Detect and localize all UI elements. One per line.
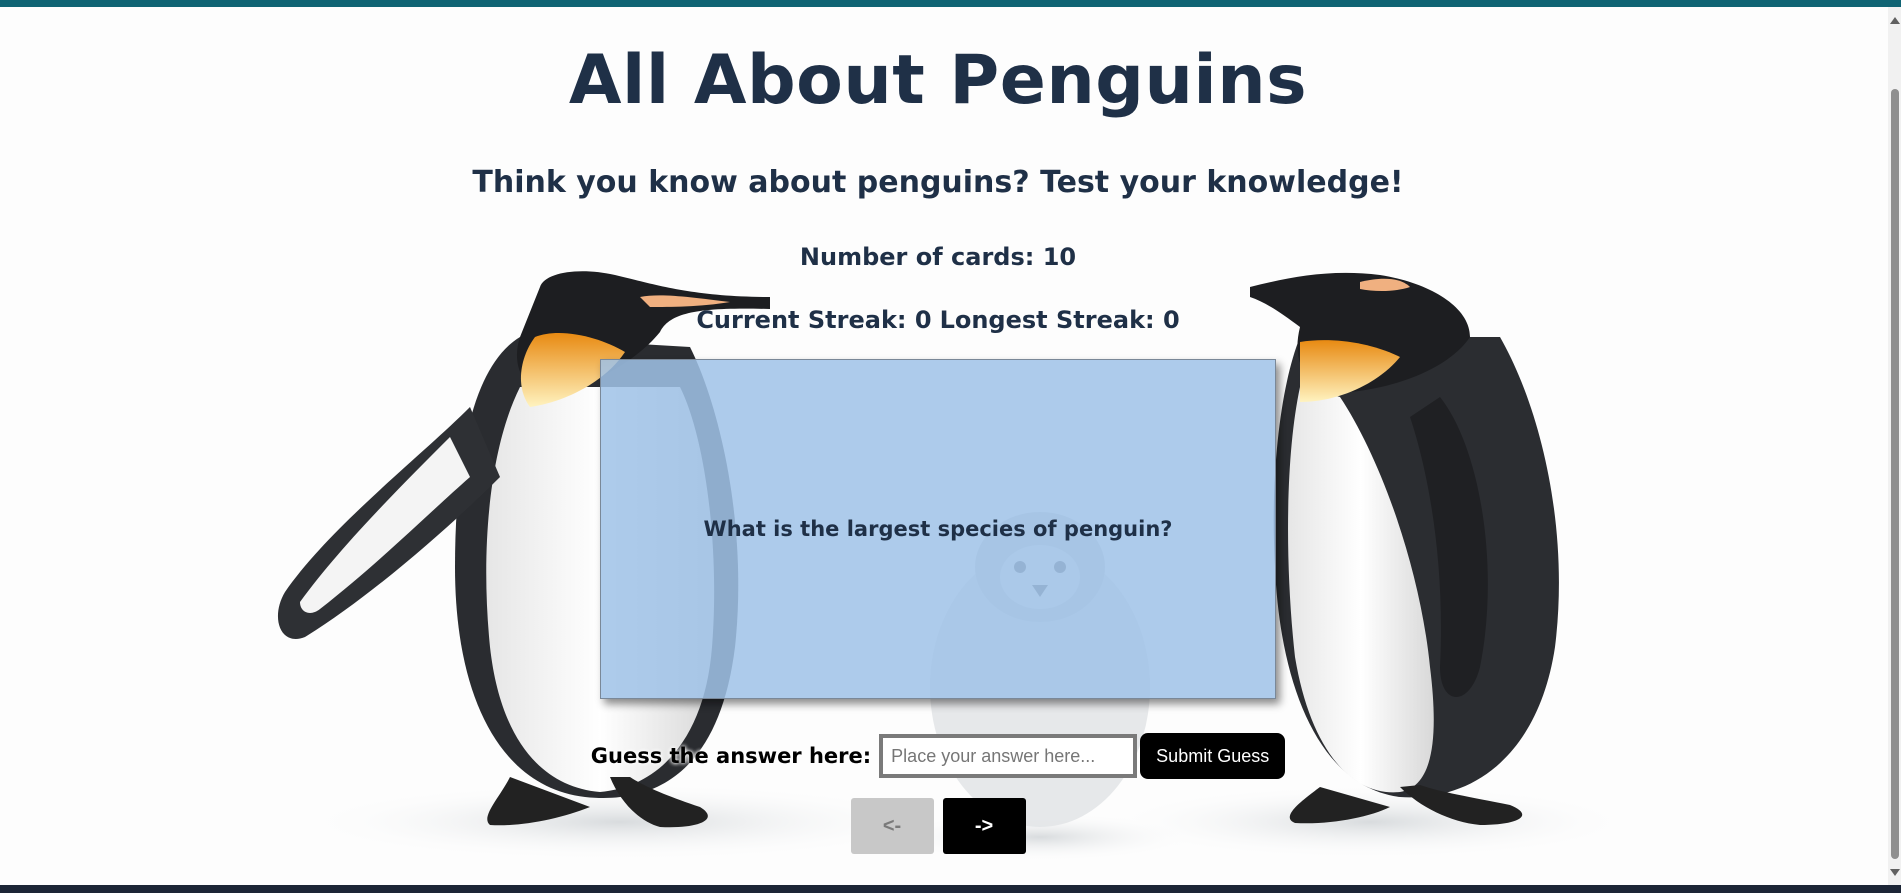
scrollbar-thumb[interactable]: [1891, 89, 1899, 859]
guess-input[interactable]: [879, 734, 1138, 778]
next-card-button[interactable]: ->: [942, 798, 1026, 854]
taskbar-strip: [0, 885, 1901, 893]
guess-form: Guess the answer here: Submit Guess: [0, 732, 1876, 780]
guess-label: Guess the answer here:: [590, 744, 872, 768]
scroll-down-arrow-icon[interactable]: [1890, 869, 1900, 876]
flashcard-question: What is the largest species of penguin?: [703, 517, 1173, 541]
previous-card-button[interactable]: <-: [850, 798, 934, 854]
card-count: Number of cards: 10: [799, 243, 1077, 271]
vertical-scrollbar[interactable]: [1888, 7, 1901, 885]
scroll-up-arrow-icon[interactable]: [1890, 17, 1900, 24]
current-streak: Current Streak: 0: [696, 306, 932, 334]
card-navigation: <- ->: [0, 798, 1876, 854]
top-accent-bar: [0, 0, 1901, 7]
page: All About Penguins Think you know about …: [0, 7, 1888, 885]
submit-guess-button[interactable]: Submit Guess: [1140, 733, 1286, 779]
page-title: All About Penguins: [568, 41, 1308, 120]
page-subtitle: Think you know about penguins? Test your…: [472, 165, 1404, 200]
flashcard[interactable]: What is the largest species of penguin?: [600, 359, 1276, 699]
streak-stats: Current Streak: 0 Longest Streak: 0: [0, 306, 1876, 334]
longest-streak: Longest Streak: 0: [939, 306, 1180, 334]
